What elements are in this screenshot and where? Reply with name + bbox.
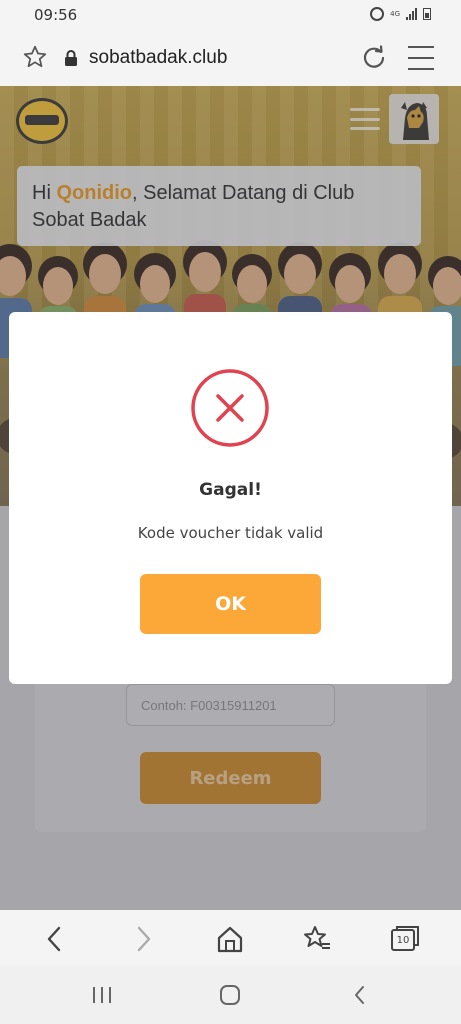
status-time: 09:56 (34, 6, 78, 24)
browser-toolbar: 10 (0, 910, 461, 966)
network-type: 4G (390, 9, 400, 18)
tabs-button[interactable]: 10 (390, 924, 420, 954)
recent-apps-icon[interactable] (90, 984, 114, 1006)
home-icon[interactable] (215, 924, 245, 954)
system-nav-bar (0, 966, 461, 1024)
status-icons: 4G (370, 7, 431, 21)
reload-icon[interactable] (360, 44, 388, 72)
ok-button[interactable]: OK (140, 574, 321, 634)
alarm-icon (370, 7, 385, 21)
dialog-message: Kode voucher tidak valid (137, 524, 324, 542)
bookmark-star-icon[interactable] (22, 44, 48, 70)
forward-icon[interactable] (128, 924, 158, 954)
status-bar: 09:56 4G (0, 0, 461, 30)
url-text[interactable]: sobatbadak.club (89, 47, 227, 69)
lock-icon (65, 50, 77, 66)
web-page: Hi Qonidio, Selamat Datang di Club Sobat… (0, 86, 461, 910)
home-button-icon[interactable] (218, 984, 242, 1006)
battery-icon (423, 8, 431, 20)
error-x-icon (191, 369, 269, 447)
browser-address-bar: sobatbadak.club (0, 30, 461, 86)
signal-icon (406, 8, 417, 20)
error-dialog: Gagal! Kode voucher tidak valid OK (9, 312, 452, 684)
tabs-count: 10 (396, 935, 410, 946)
back-icon[interactable] (40, 924, 70, 954)
dialog-title: Gagal! (199, 480, 262, 500)
browser-menu-icon[interactable] (408, 46, 434, 70)
bookmarks-icon[interactable] (302, 924, 332, 954)
system-back-icon[interactable] (348, 984, 372, 1006)
